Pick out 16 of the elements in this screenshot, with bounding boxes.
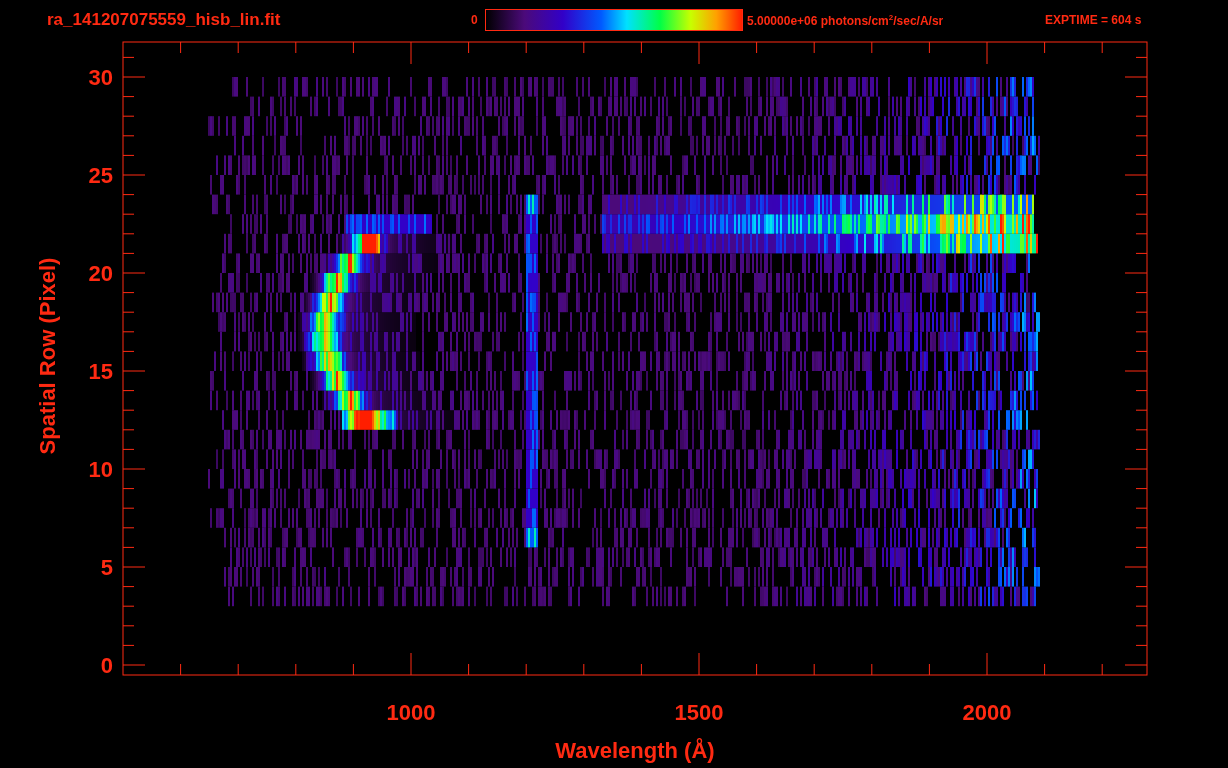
scale-max-label: 5.00000e+06 photons/cm$^{2}$/sec/A/sr [747, 12, 945, 28]
scale-min-label: 0 [471, 13, 479, 27]
file-name: ra_141207075559_hisb_lin.fit [47, 10, 282, 30]
y-tick-label: 20 [88, 261, 113, 286]
y-axis-title: Spatial Row (Pixel) [35, 257, 60, 455]
y-tick-label: 15 [88, 359, 113, 384]
y-tick-label: 5 [100, 555, 113, 580]
x-tick-label: 2000 [962, 700, 1012, 725]
y-tick-label: 0 [100, 653, 113, 678]
y-tick-label: 10 [88, 457, 113, 482]
x-tick-label: 1500 [674, 700, 724, 725]
y-tick-label: 30 [88, 65, 113, 90]
exposure-time: EXPTIME = 604 s [1045, 13, 1142, 27]
x-axis-title: Wavelength (Å) [555, 738, 715, 763]
x-tick-label: 1000 [386, 700, 436, 725]
y-tick-label: 25 [88, 163, 113, 188]
